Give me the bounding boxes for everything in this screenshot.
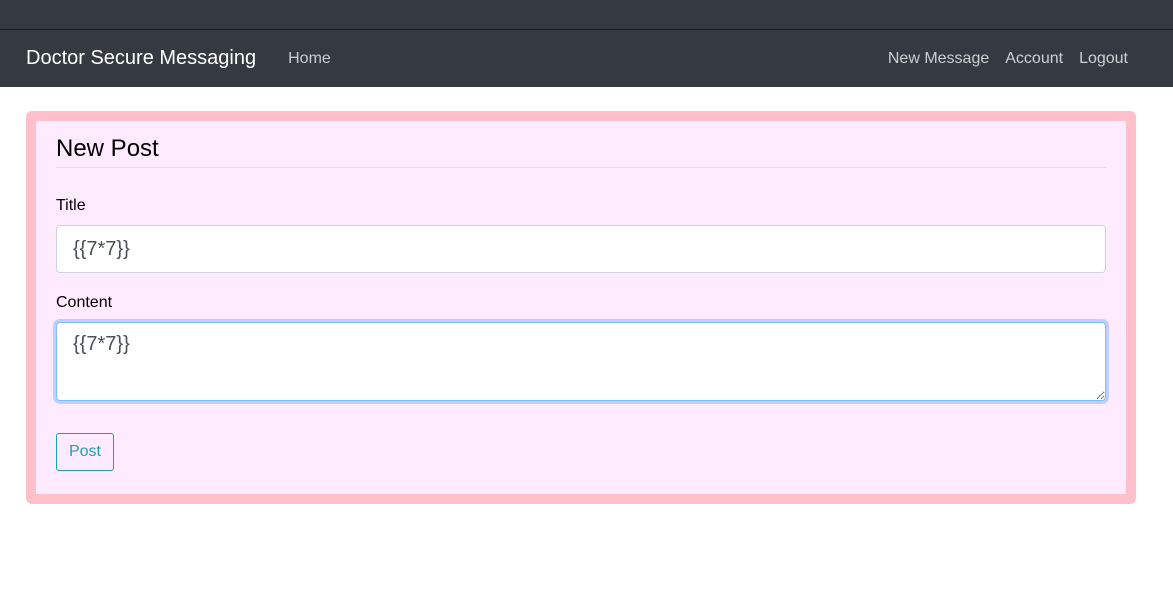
content-label: Content: [56, 294, 113, 311]
title-label: Title: [56, 197, 86, 214]
nav-link-new-message[interactable]: New Message: [888, 50, 989, 68]
nav-link-logout[interactable]: Logout: [1079, 50, 1128, 68]
nav-right-group: New Message Account Logout: [888, 30, 1128, 87]
title-input[interactable]: [56, 225, 1106, 273]
brand-link[interactable]: Doctor Secure Messaging: [26, 47, 256, 70]
post-button[interactable]: Post: [56, 433, 114, 471]
content-textarea[interactable]: {{7*7}}: [56, 322, 1106, 401]
nav-link-account[interactable]: Account: [1005, 50, 1063, 68]
new-post-panel: New Post Title Content {{7*7}} Post: [26, 111, 1136, 504]
browser-top-strip: [0, 0, 1173, 30]
navbar: Doctor Secure Messaging Home New Message…: [0, 30, 1173, 87]
nav-link-home[interactable]: Home: [288, 50, 331, 68]
form-legend: New Post: [56, 135, 1106, 168]
